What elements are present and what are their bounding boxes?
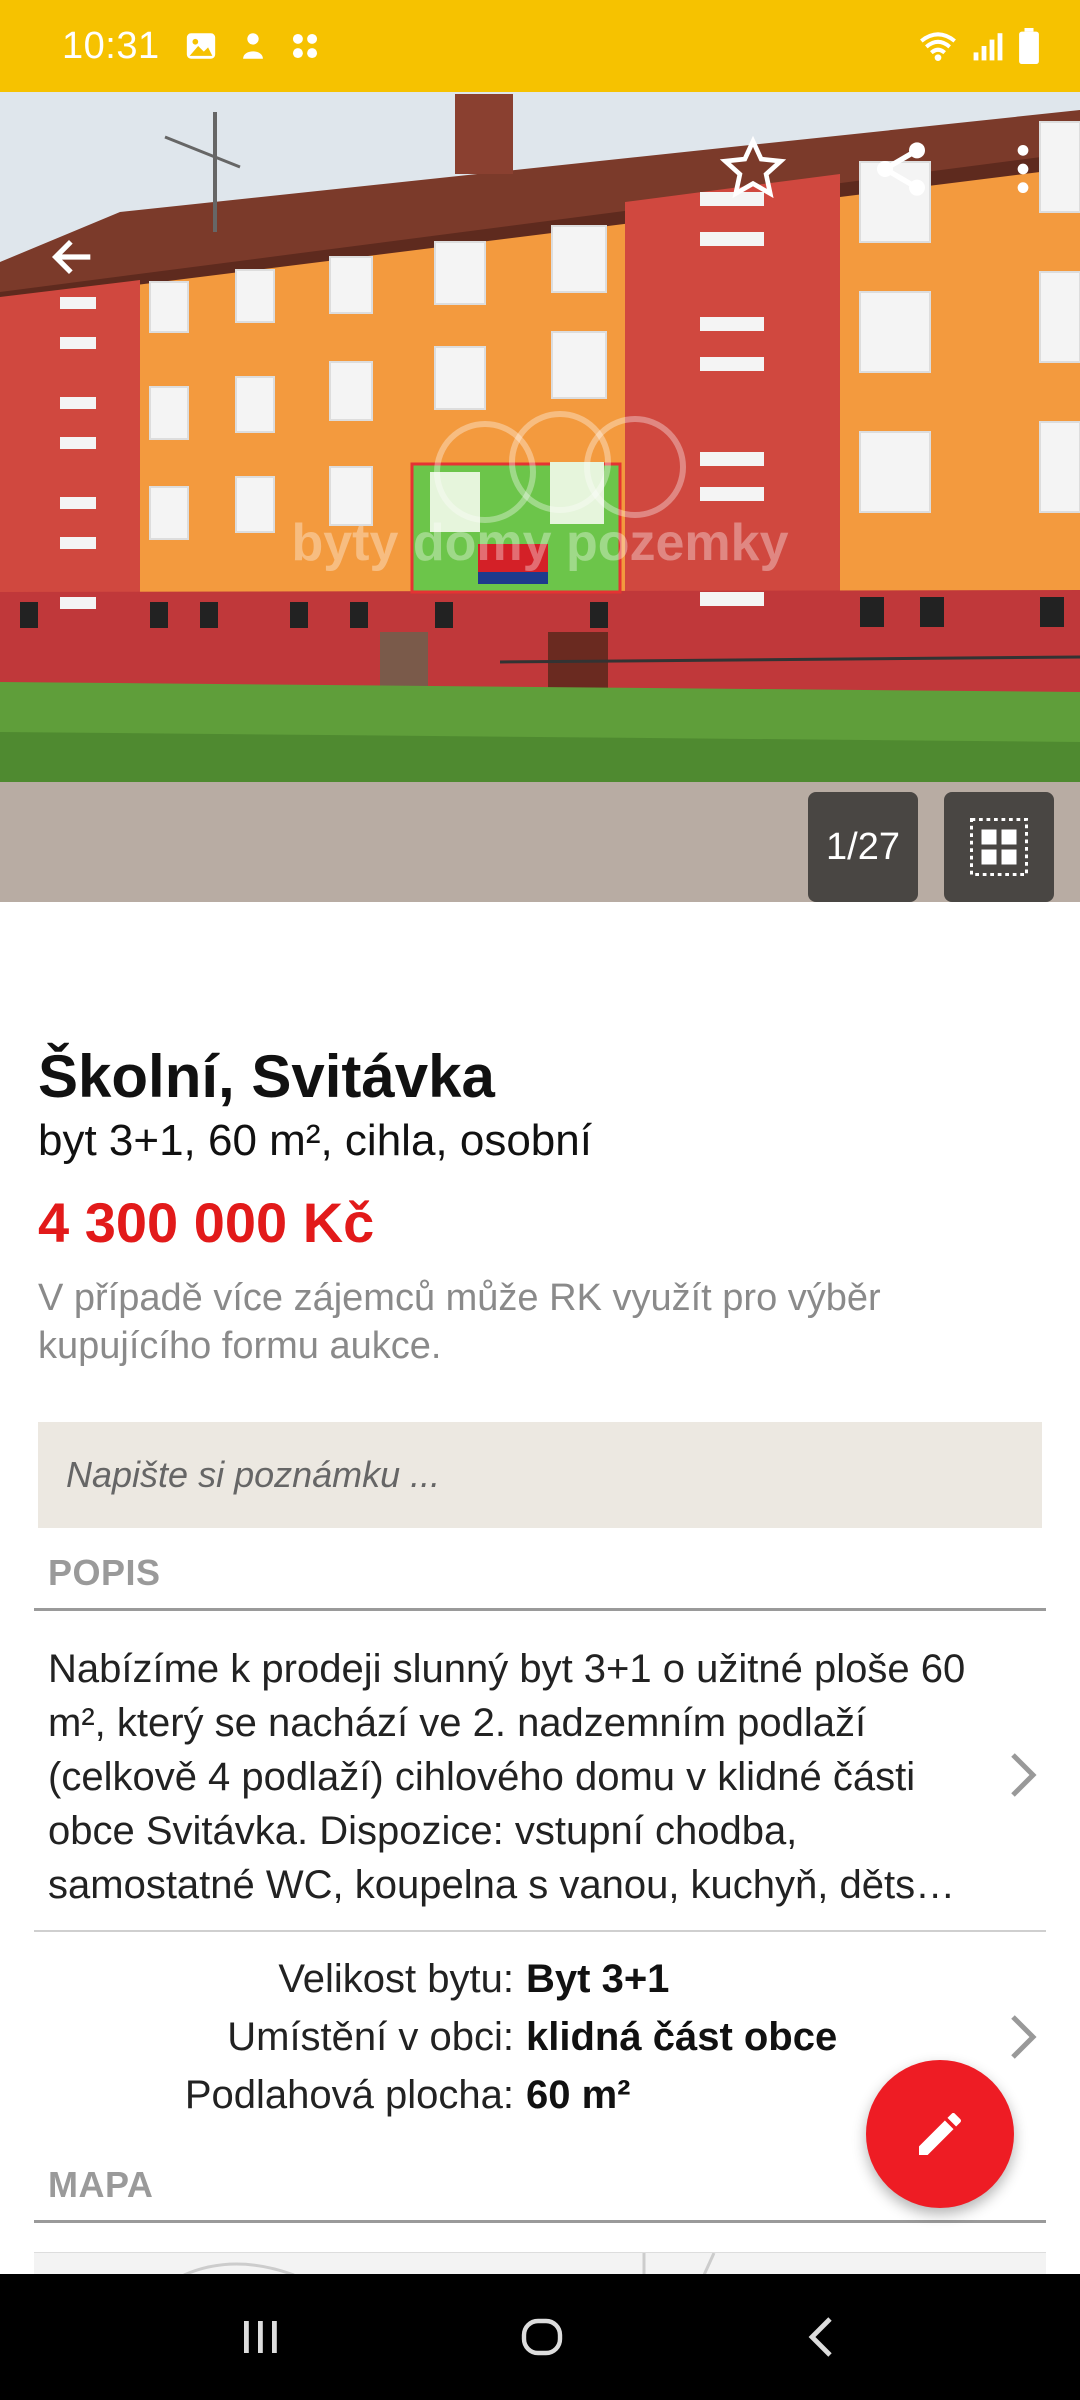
param-label: Velikost bytu: [278, 1957, 514, 2001]
more-options-button[interactable] [978, 124, 1068, 214]
signal-icon [973, 33, 1003, 61]
listing-subtitle: byt 3+1, 60 m², cihla, osobní [38, 1116, 592, 1165]
home-icon[interactable] [518, 2313, 566, 2361]
param-row-area: Podlahová plocha: 60 m² [0, 2073, 631, 2131]
map-divider [34, 2220, 1046, 2223]
map-preview[interactable] [34, 2252, 1046, 2274]
personal-note-input[interactable] [38, 1422, 1042, 1528]
back-button[interactable] [28, 212, 118, 302]
status-time: 10:31 [62, 24, 160, 67]
description-text[interactable]: Nabízíme k prodeji slunný byt 3+1 o užit… [48, 1642, 988, 1912]
recents-icon[interactable] [238, 2315, 282, 2359]
gallery-grid-button[interactable] [944, 792, 1054, 902]
system-icons [918, 28, 1040, 64]
param-row-location: Umístění v obci: klidná část obce [0, 2015, 837, 2073]
star-icon [719, 135, 787, 199]
photo-watermark: byty domy pozemky [291, 514, 788, 572]
photo-counter: 1/27 [808, 792, 918, 902]
pencil-icon [919, 2113, 961, 2155]
photo-gallery[interactable]: byty domy pozemky 1/27 [0, 92, 1080, 902]
chevron-right-icon[interactable] [1008, 1750, 1038, 1800]
more-vert-icon [1017, 144, 1029, 194]
param-row-size: Velikost bytu: Byt 3+1 [0, 1957, 669, 2015]
gallery-notification-icon [186, 33, 215, 59]
listing-price: 4 300 000 Kč [38, 1191, 375, 1254]
auction-note: V případě více zájemců může RK využít pr… [38, 1277, 881, 1367]
app-notification-icon [242, 33, 263, 59]
battery-icon [1019, 28, 1039, 64]
back-arrow-icon [51, 239, 91, 275]
param-value: klidná část obce [526, 2015, 838, 2059]
apps-notification-icon [292, 33, 317, 59]
favorite-button[interactable] [708, 124, 798, 214]
status-bar: 10:31 [0, 0, 1080, 92]
param-value: Byt 3+1 [526, 1957, 670, 2001]
description-divider [34, 1608, 1046, 1611]
share-button[interactable] [856, 124, 946, 214]
params-divider [34, 1930, 1046, 1932]
map-heading: MAPA [48, 2164, 154, 2205]
param-label: Podlahová plocha: [184, 2073, 514, 2117]
map-roads [183, 2253, 716, 2274]
param-value: 60 m² [526, 2073, 631, 2117]
param-label: Umístění v obci: [227, 2015, 514, 2059]
share-icon [877, 142, 925, 196]
edit-note-button[interactable] [866, 2060, 1014, 2208]
grid-icon [970, 818, 1028, 876]
listing-title: Školní, Svitávka [38, 1043, 495, 1110]
chevron-right-icon[interactable] [1008, 2012, 1038, 2062]
back-icon[interactable] [802, 2315, 842, 2359]
description-heading: POPIS [48, 1552, 161, 1593]
system-nav-bar [0, 2274, 1080, 2400]
wifi-icon [920, 32, 956, 61]
notification-icons [184, 29, 322, 63]
